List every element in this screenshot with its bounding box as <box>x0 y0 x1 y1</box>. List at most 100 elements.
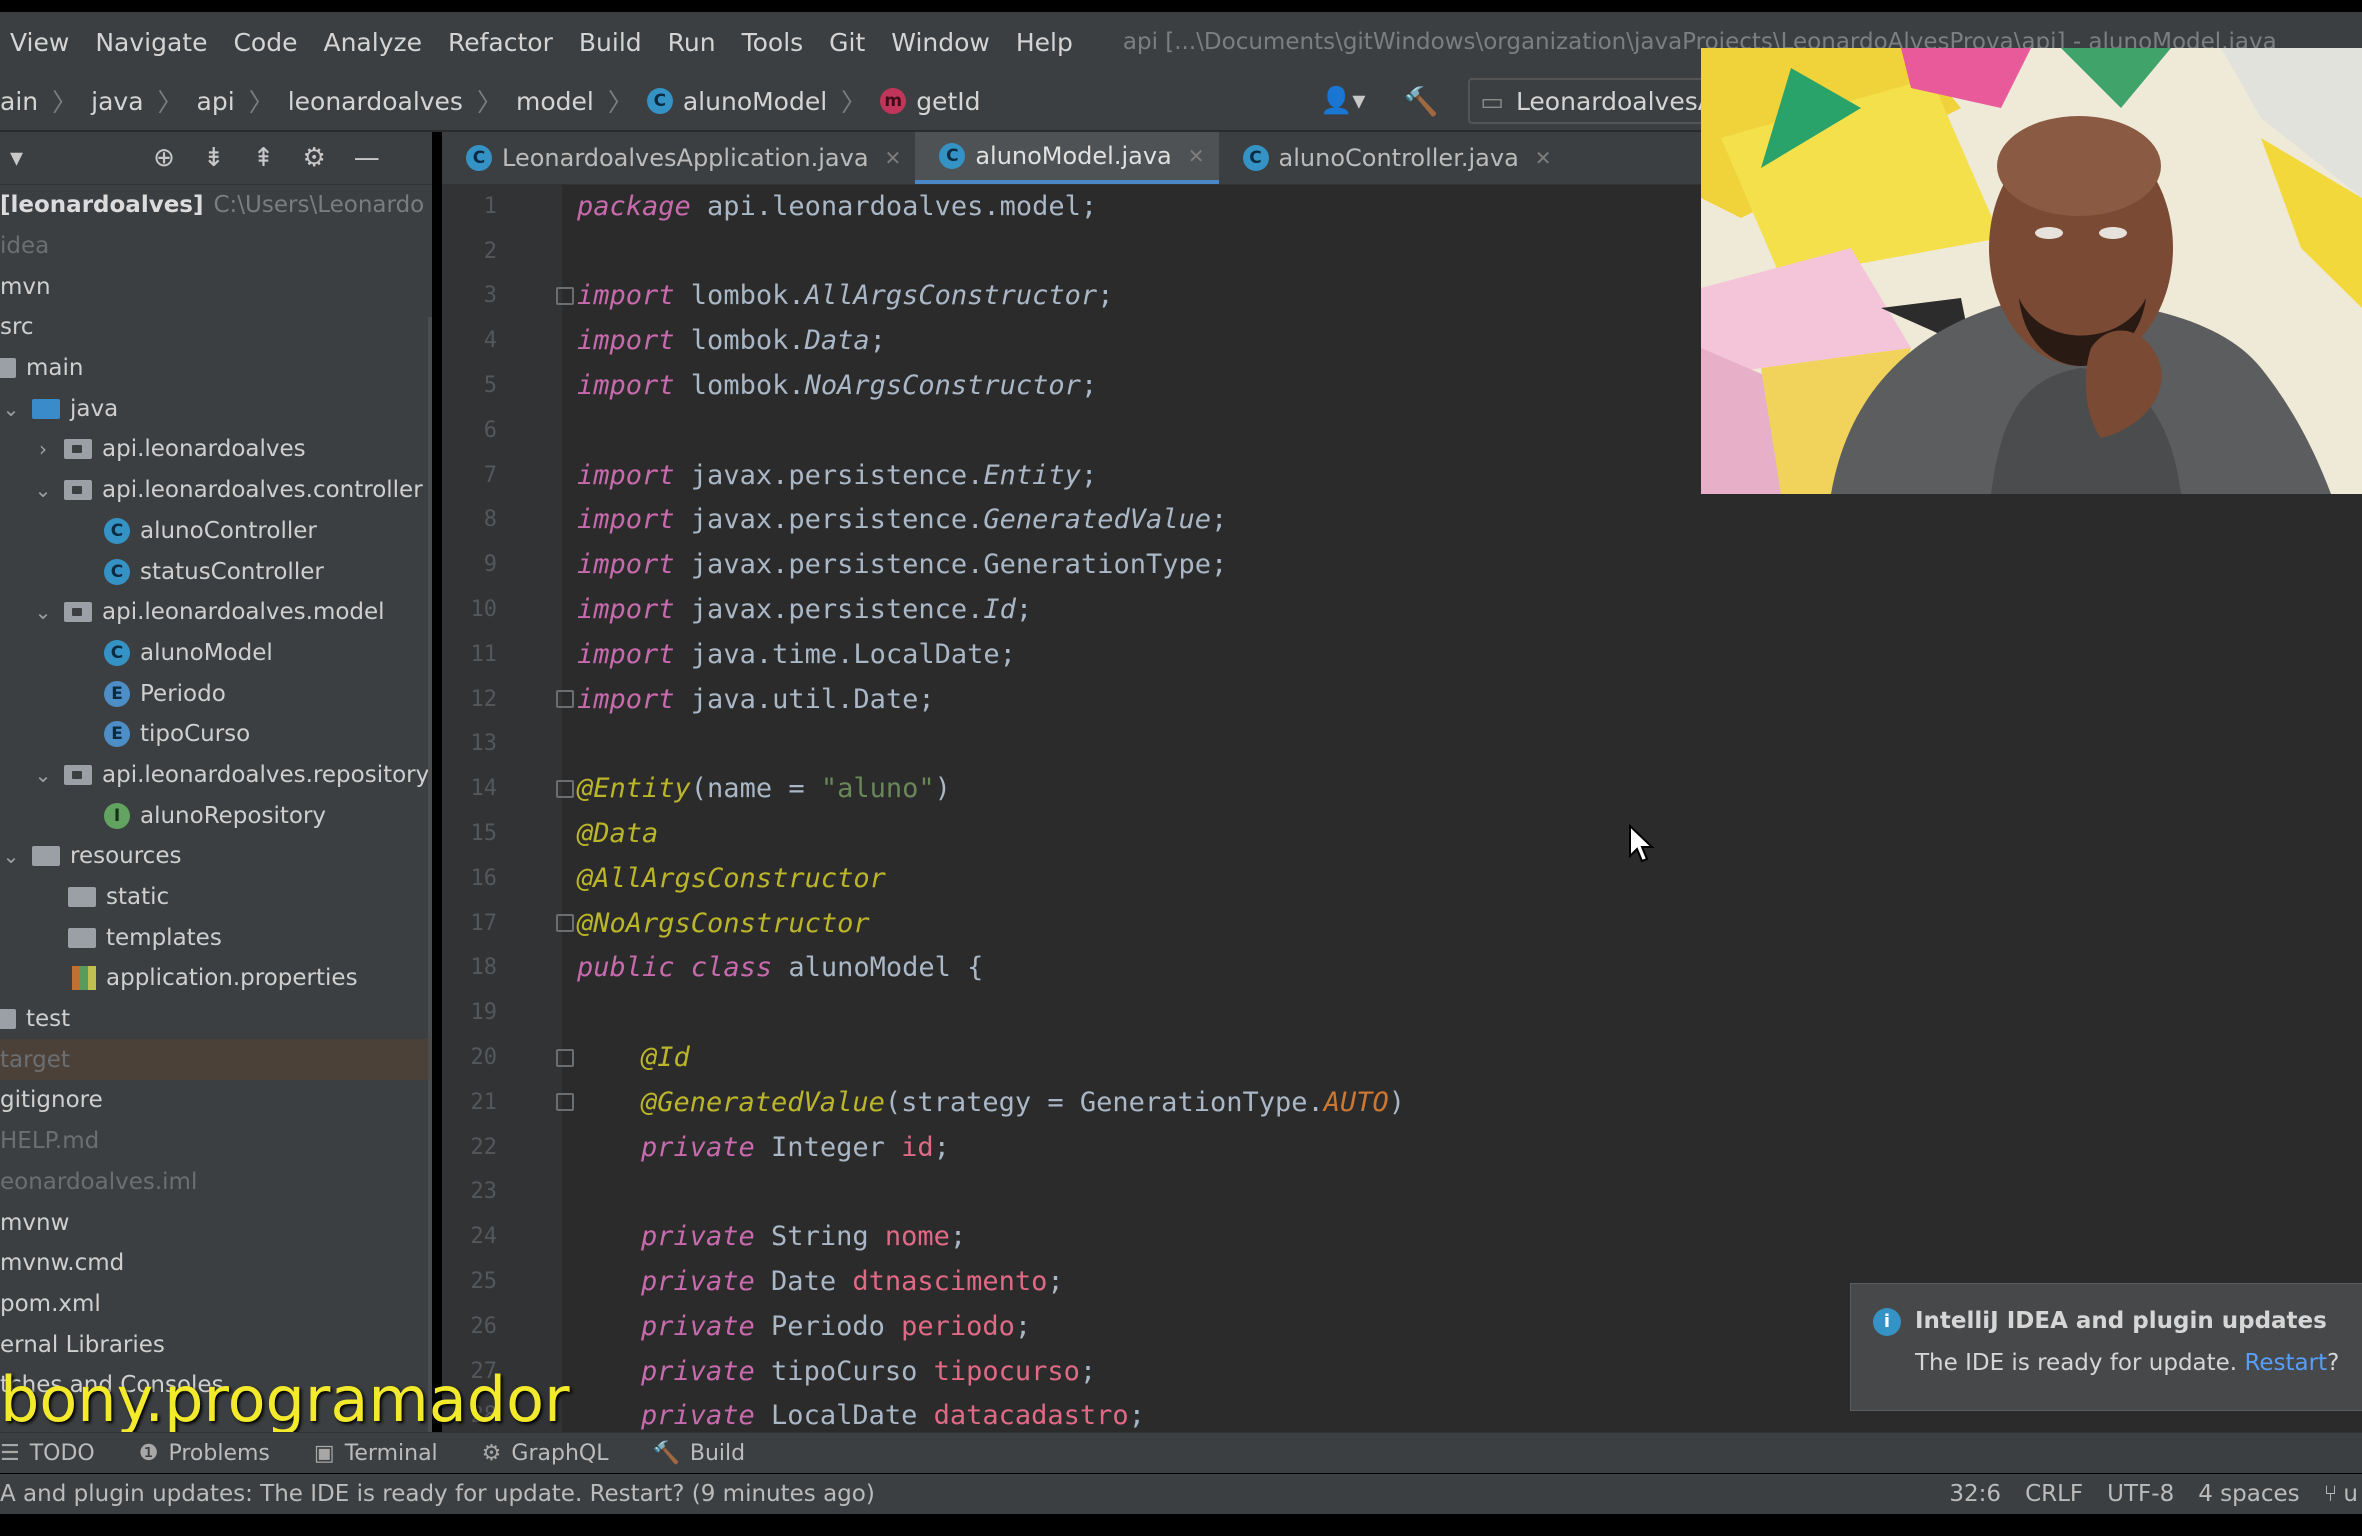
collapse-all-icon[interactable]: ⇞ <box>253 143 275 173</box>
tree-item[interactable]: ⌄ api.leonardoalves.repository <box>0 755 432 796</box>
menu-code[interactable]: Code <box>233 28 297 57</box>
expand-all-icon[interactable]: ⇟ <box>203 143 225 173</box>
menu-analyze[interactable]: Analyze <box>323 28 422 57</box>
tree-item[interactable]: eonardoalves.iml <box>0 1162 432 1203</box>
tree-item-selected[interactable]: target <box>0 1039 432 1081</box>
close-icon[interactable]: ✕ <box>1188 144 1205 168</box>
tree-item[interactable]: static <box>0 877 432 918</box>
breadcrumb-item[interactable]: api <box>197 87 235 116</box>
caret-position[interactable]: 32:6 <box>1949 1481 2001 1507</box>
tree-item-label: target <box>0 1046 70 1073</box>
restart-link[interactable]: Restart <box>2244 1350 2327 1376</box>
tree-item[interactable]: CstatusController <box>0 551 432 592</box>
fold-marker-icon[interactable] <box>556 1048 574 1067</box>
line-number: 25 <box>470 1269 498 1295</box>
close-icon[interactable]: ✕ <box>1535 146 1552 170</box>
tree-item[interactable]: test <box>0 999 432 1040</box>
tree-item[interactable]: ⌄ resources <box>0 836 432 877</box>
status-message[interactable]: A and plugin updates: The IDE is ready f… <box>0 1481 875 1507</box>
chevron-down-icon[interactable]: ⌄ <box>32 600 54 624</box>
code-text: LocalDate <box>754 1400 934 1432</box>
tree-item[interactable]: templates <box>0 917 432 958</box>
update-notification[interactable]: i IntelliJ IDEA and plugin updates The I… <box>1850 1283 2362 1411</box>
tab-leonardoalves-application[interactable]: C LeonardoalvesApplication.java ✕ <box>442 132 915 184</box>
menu-help[interactable]: Help <box>1016 28 1073 57</box>
chevron-down-icon[interactable]: ⌄ <box>32 763 54 787</box>
close-icon[interactable]: ✕ <box>885 146 902 170</box>
tool-graphql[interactable]: ⚙ GraphQL <box>482 1441 609 1466</box>
folder-icon <box>68 927 96 948</box>
minimize-icon[interactable]: — <box>354 143 380 173</box>
locate-icon[interactable]: ⊕ <box>153 143 175 173</box>
chevron-down-icon[interactable]: ⌄ <box>0 397 22 421</box>
tree-item-label: api.leonardoalves <box>102 436 306 463</box>
sidebar-scrollbar[interactable] <box>428 317 432 1432</box>
tree-item[interactable]: IalunoRepository <box>0 795 432 836</box>
breadcrumb-item[interactable]: java <box>91 87 143 116</box>
tree-item[interactable]: ⌄ api.leonardoalves.controller <box>0 470 432 511</box>
menu-run[interactable]: Run <box>668 28 716 57</box>
line-separator[interactable]: CRLF <box>2025 1481 2083 1507</box>
fold-marker-icon[interactable] <box>556 286 574 305</box>
vcs-branch[interactable]: u <box>2343 1481 2358 1507</box>
code-line: 22 private Integer id; <box>442 1125 2362 1170</box>
tree-item[interactable]: ⌄ api.leonardoalves.model <box>0 592 432 633</box>
indent-setting[interactable]: 4 spaces <box>2198 1481 2299 1507</box>
menu-refactor[interactable]: Refactor <box>448 28 553 57</box>
tree-item[interactable]: › api.leonardoalves <box>0 429 432 470</box>
tree-item[interactable]: pom.xml <box>0 1284 432 1325</box>
tab-aluno-controller[interactable]: C alunoController.java ✕ <box>1219 132 1566 184</box>
menu-tools[interactable]: Tools <box>742 28 804 57</box>
tree-item[interactable]: ernal Libraries <box>0 1324 432 1365</box>
file-encoding[interactable]: UTF-8 <box>2107 1481 2174 1507</box>
tree-item[interactable]: CalunoController <box>0 511 432 552</box>
tree-root[interactable]: [leonardoalves] C:\Users\Leonardo Alves <box>0 185 432 226</box>
fold-marker-icon[interactable] <box>556 779 574 798</box>
tree-item[interactable]: idea <box>0 226 432 267</box>
tree-item[interactable]: ⌄ java <box>0 388 432 429</box>
tree-item[interactable]: mvn <box>0 266 432 307</box>
chevron-right-icon[interactable]: › <box>32 437 54 461</box>
breadcrumb-item[interactable]: model <box>516 87 594 116</box>
breadcrumb-item[interactable]: alunoModel <box>683 87 827 116</box>
tool-build[interactable]: 🔨 Build <box>652 1441 745 1466</box>
hammer-icon[interactable]: 🔨 <box>1403 85 1438 118</box>
tab-aluno-model[interactable]: C alunoModel.java ✕ <box>915 132 1219 184</box>
tree-item[interactable]: application.properties <box>0 958 432 999</box>
tree-item[interactable]: HELP.md <box>0 1121 432 1162</box>
tree-item[interactable]: EtipoCurso <box>0 714 432 755</box>
menu-git[interactable]: Git <box>829 28 865 57</box>
enum-icon: E <box>104 721 130 748</box>
fold-marker-icon[interactable] <box>556 690 574 709</box>
menu-view[interactable]: View <box>10 28 69 57</box>
code-text: tipoCurso <box>754 1355 934 1387</box>
user-icon[interactable]: 👤▾ <box>1320 86 1365 116</box>
breadcrumb-item[interactable]: getId <box>916 87 980 116</box>
fold-marker-icon[interactable] <box>556 1093 574 1112</box>
tree-item[interactable]: gitignore <box>0 1080 432 1121</box>
chevron-down-icon[interactable]: ⌄ <box>0 844 22 868</box>
breadcrumb-item[interactable]: leonardoalves <box>288 87 463 116</box>
breadcrumb-item[interactable]: ain <box>0 87 38 116</box>
tree-item[interactable]: mvnw.cmd <box>0 1243 432 1284</box>
dropdown-icon[interactable]: ▾ <box>10 143 23 173</box>
tree-item[interactable]: main <box>0 348 432 389</box>
run-configuration-select[interactable]: ▭ LeonardoalvesA <box>1468 78 1727 124</box>
gear-icon[interactable]: ⚙ <box>302 143 325 173</box>
tree-item[interactable]: mvnw <box>0 1202 432 1243</box>
code-text: NoArgsConstructor <box>804 370 1081 402</box>
fold-marker-icon[interactable] <box>556 914 574 933</box>
tree-item[interactable]: CalunoModel <box>0 633 432 674</box>
menu-window[interactable]: Window <box>891 28 990 57</box>
tree-item[interactable]: src <box>0 307 432 348</box>
chevron-down-icon[interactable]: ⌄ <box>32 478 54 502</box>
menu-build[interactable]: Build <box>579 28 642 57</box>
tool-problems[interactable]: ❶ Problems <box>139 1441 270 1466</box>
tree-item-label: api.leonardoalves.controller <box>102 477 423 504</box>
annotation: @GeneratedValue <box>641 1086 885 1118</box>
tool-terminal[interactable]: ▣ Terminal <box>314 1441 438 1466</box>
tool-todo[interactable]: ☰ TODO <box>0 1441 95 1466</box>
menu-navigate[interactable]: Navigate <box>95 28 207 57</box>
code-text: javax.persistence.GenerationType; <box>674 549 1228 581</box>
tree-item[interactable]: E Periodo <box>0 673 432 714</box>
